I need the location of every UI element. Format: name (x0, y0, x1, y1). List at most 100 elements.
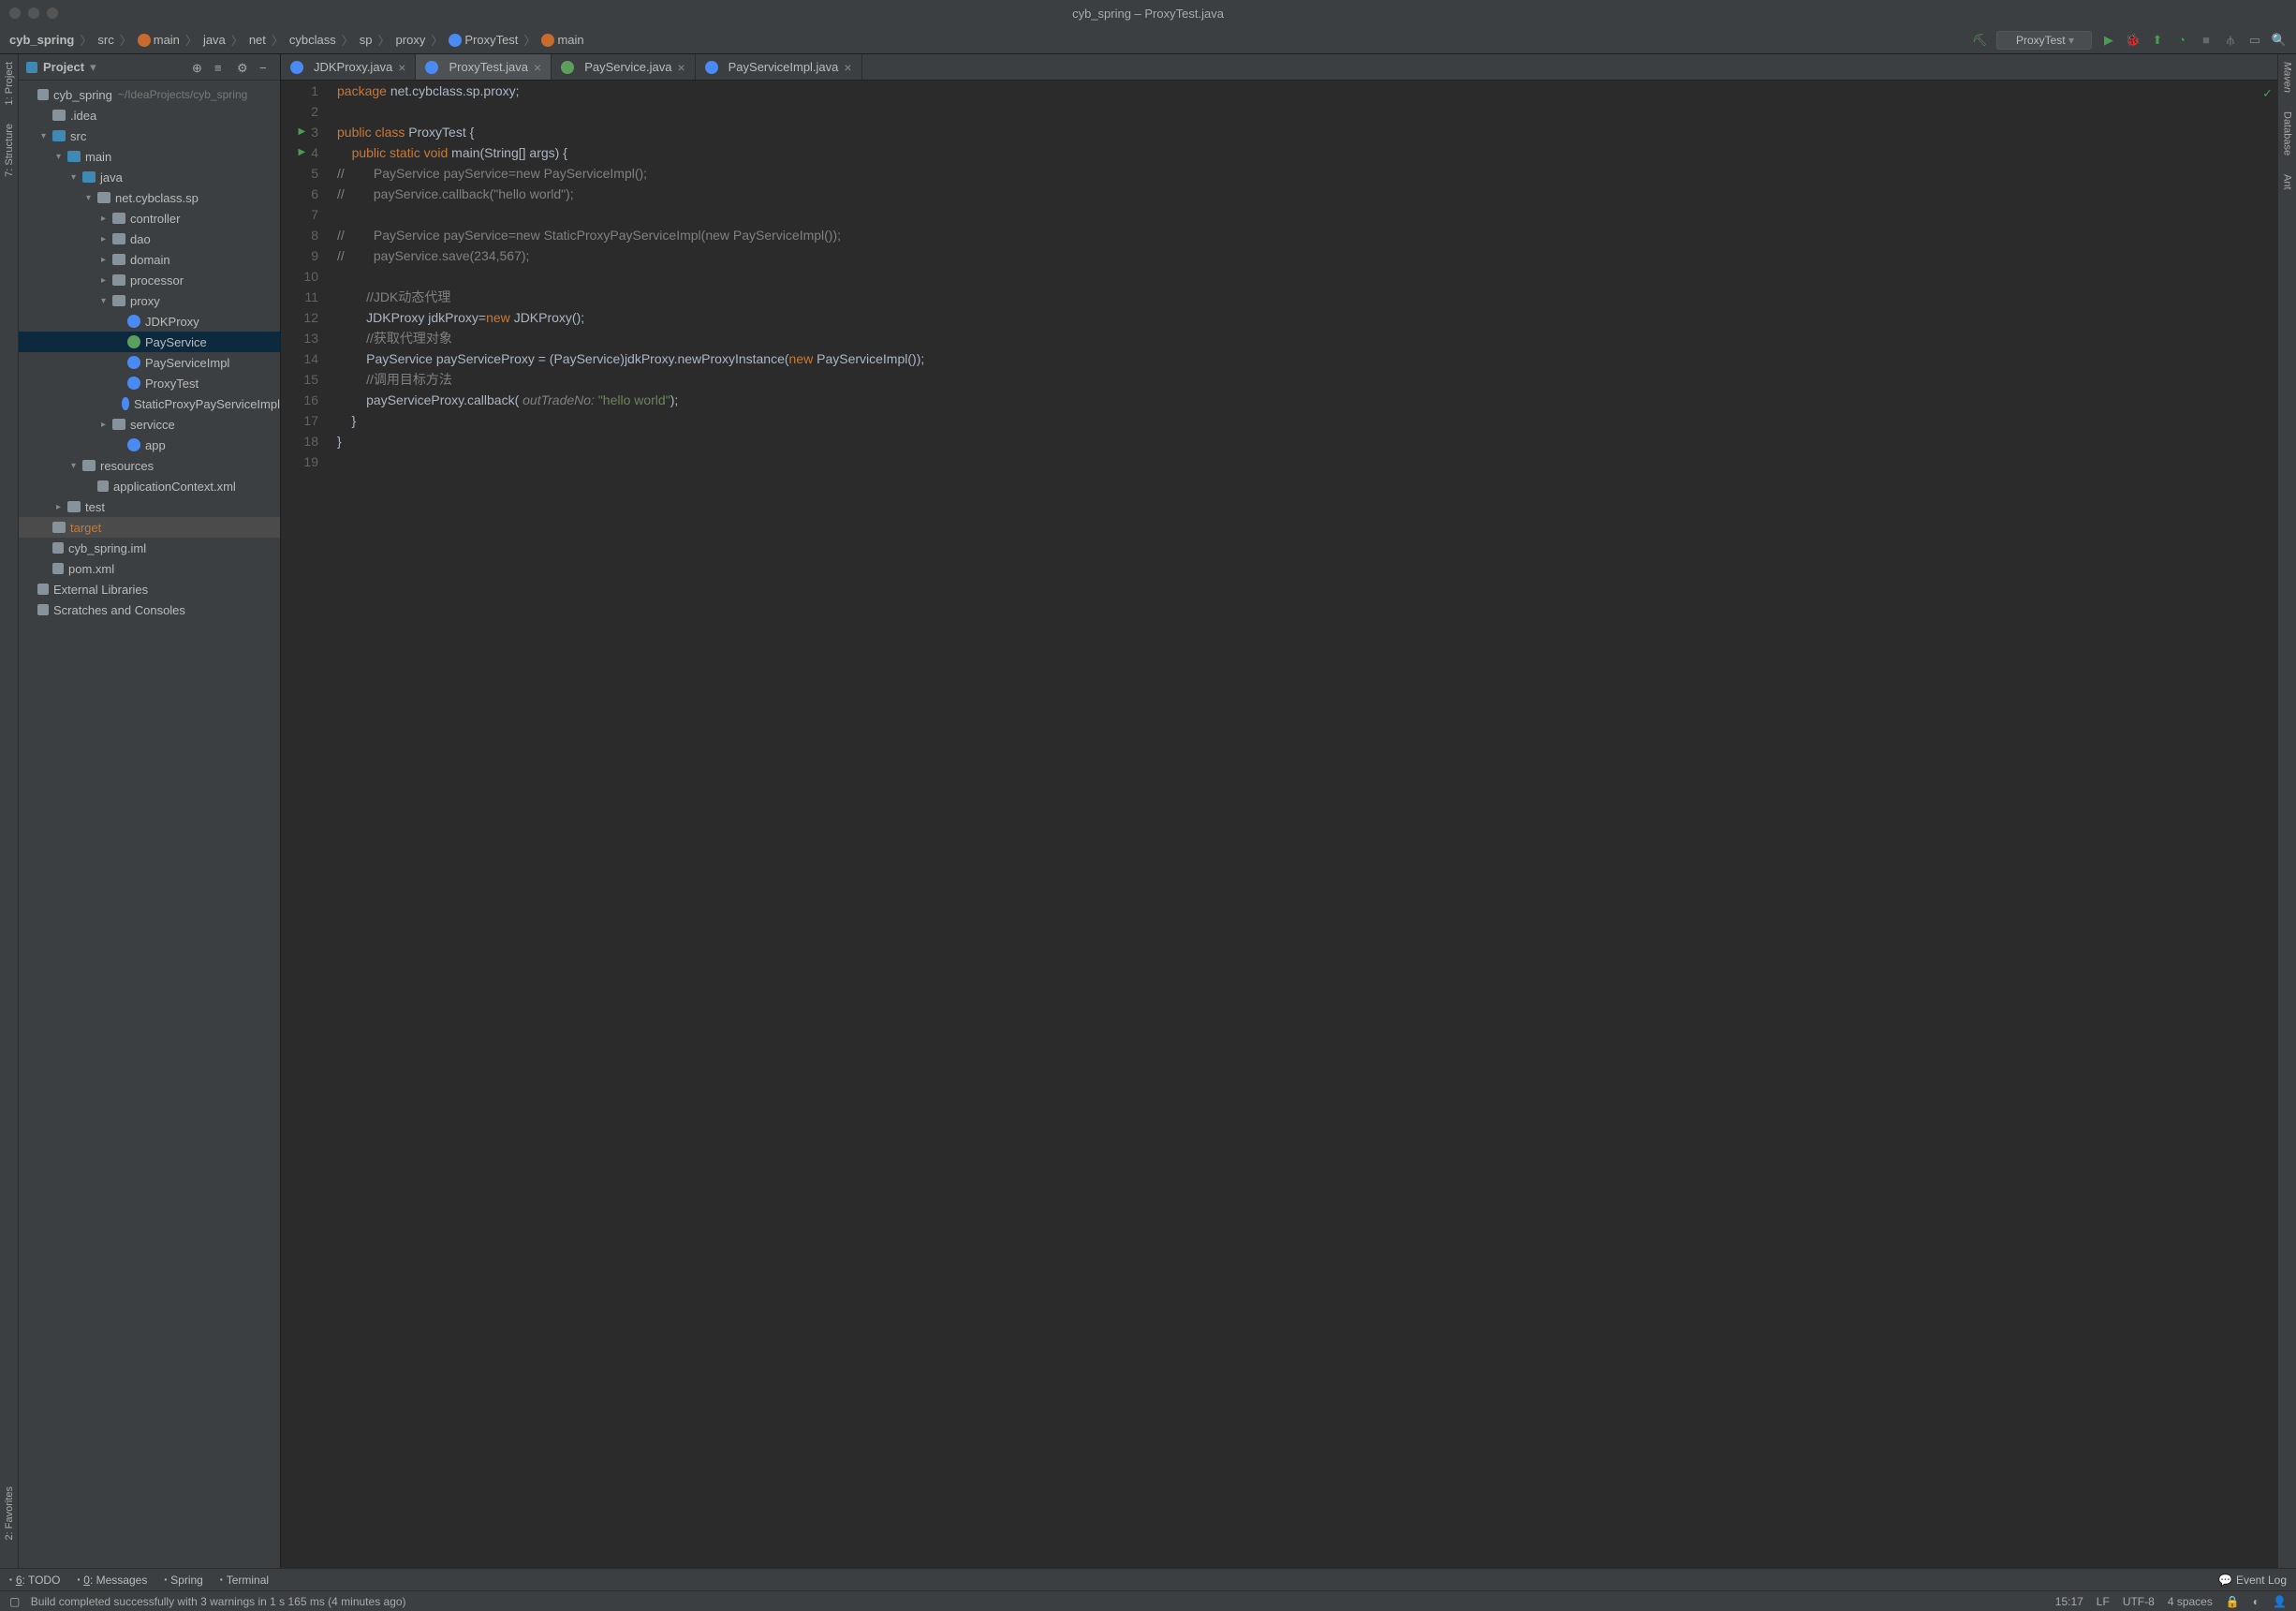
rail-maven[interactable]: Maven (2282, 62, 2293, 93)
code-line[interactable]: // payService.callback("hello world"); (337, 184, 2277, 204)
close-tab-icon[interactable]: × (534, 60, 541, 75)
run-gutter-icon[interactable]: ▶ (299, 142, 306, 163)
rail-database[interactable]: Database (2282, 111, 2293, 155)
rail-favorites[interactable]: 2: Favorites (4, 1486, 15, 1540)
tree-item[interactable]: ▸domain (19, 249, 280, 270)
code-line[interactable] (337, 101, 2277, 122)
code-line[interactable]: JDKProxy jdkProxy=new JDKProxy(); (337, 307, 2277, 328)
select-opened-file-icon[interactable]: ⊕ (192, 61, 205, 74)
tree-arrow[interactable]: ▸ (101, 234, 112, 244)
code-line[interactable]: //JDK动态代理 (337, 287, 2277, 307)
code-line[interactable]: package net.cybclass.sp.proxy; (337, 81, 2277, 101)
editor-content[interactable]: package net.cybclass.sp.proxy; public cla… (328, 81, 2277, 1568)
memory-icon[interactable]: ◐ (2253, 1595, 2259, 1608)
profile-button[interactable]: ◔ (2174, 33, 2189, 48)
tree-item[interactable]: .idea (19, 105, 280, 126)
editor-tab[interactable]: PayService.java× (552, 54, 695, 80)
tree-item[interactable]: ProxyTest (19, 373, 280, 393)
tree-arrow[interactable]: ▸ (101, 420, 112, 430)
breadcrumb-item[interactable]: net (249, 33, 266, 47)
project-view-label[interactable]: Project (43, 60, 84, 74)
tree-arrow[interactable]: ▾ (101, 296, 112, 306)
coverage-button[interactable]: ⬆ (2150, 33, 2165, 48)
tree-item[interactable]: ▾main (19, 146, 280, 167)
tree-item[interactable]: ▸processor (19, 270, 280, 290)
tool-windows-icon[interactable]: ▢ (9, 1595, 20, 1608)
file-encoding[interactable]: UTF-8 (2123, 1595, 2155, 1608)
tree-arrow[interactable]: ▾ (86, 193, 97, 203)
code-line[interactable] (337, 204, 2277, 225)
breadcrumb-item[interactable]: sp (360, 33, 373, 47)
rail-project[interactable]: 1: Project (4, 62, 15, 105)
tree-arrow[interactable]: ▾ (71, 172, 82, 183)
tree-arrow[interactable]: ▸ (101, 214, 112, 224)
tree-item[interactable]: JDKProxy (19, 311, 280, 332)
bottom-tool-tab[interactable]: ▪6: TODO (9, 1574, 60, 1587)
readonly-lock-icon[interactable]: 🔒 (2226, 1595, 2240, 1608)
caret-position[interactable]: 15:17 (2055, 1595, 2083, 1608)
bottom-tool-tab[interactable]: ▪Terminal (220, 1574, 269, 1587)
tree-item[interactable]: External Libraries (19, 579, 280, 599)
code-line[interactable]: public class ProxyTest { (337, 122, 2277, 142)
tree-item[interactable]: applicationContext.xml (19, 476, 280, 496)
tree-arrow[interactable]: ▾ (41, 131, 52, 141)
tree-item[interactable]: ▸dao (19, 229, 280, 249)
breadcrumb-item[interactable]: cyb_spring (9, 33, 74, 47)
breadcrumb-item[interactable]: cybclass (289, 33, 336, 47)
breadcrumb-item[interactable]: java (203, 33, 226, 47)
zoom-window[interactable] (47, 7, 58, 19)
hide-icon[interactable]: − (259, 61, 272, 74)
editor-tab[interactable]: ProxyTest.java× (416, 54, 552, 80)
close-tab-icon[interactable]: × (844, 60, 851, 75)
run-config-selector[interactable]: ProxyTest ▾ (1996, 31, 2092, 50)
line-separator[interactable]: LF (2097, 1595, 2110, 1608)
code-line[interactable]: // PayService payService=new PayServiceI… (337, 163, 2277, 184)
tree-arrow[interactable]: ▾ (56, 152, 67, 162)
code-line[interactable]: // payService.save(234,567); (337, 245, 2277, 266)
editor-tab[interactable]: PayServiceImpl.java× (696, 54, 862, 80)
breadcrumb-item[interactable]: main (541, 33, 583, 48)
code-editor[interactable]: 12▶3▶45678910111213141516171819 package … (281, 81, 2277, 1568)
layout-button[interactable]: ▭ (2247, 33, 2262, 48)
code-line[interactable] (337, 266, 2277, 287)
close-window[interactable] (9, 7, 21, 19)
close-tab-icon[interactable]: × (677, 60, 684, 75)
expand-all-icon[interactable]: ≡ (214, 61, 228, 74)
tree-item[interactable]: cyb_spring~/IdeaProjects/cyb_spring (19, 84, 280, 105)
tree-item[interactable]: PayService (19, 332, 280, 352)
tree-item[interactable]: PayServiceImpl (19, 352, 280, 373)
tree-arrow[interactable]: ▾ (71, 461, 82, 471)
stop-button[interactable]: ■ (2199, 33, 2214, 48)
breadcrumb-item[interactable]: proxy (396, 33, 426, 47)
tree-item[interactable]: ▾proxy (19, 290, 280, 311)
code-line[interactable]: //获取代理对象 (337, 328, 2277, 348)
breadcrumb-item[interactable]: src (97, 33, 113, 47)
rail-ant[interactable]: Ant (2282, 174, 2293, 190)
tree-arrow[interactable]: ▸ (101, 275, 112, 286)
analysis-ok-icon[interactable]: ✓ (2262, 86, 2273, 101)
code-line[interactable]: } (337, 431, 2277, 451)
tree-arrow[interactable]: ▸ (56, 502, 67, 512)
code-line[interactable]: payServiceProxy.callback( outTradeNo: "h… (337, 390, 2277, 410)
search-everywhere-icon[interactable]: 🔍 (2272, 33, 2287, 48)
git-button[interactable]: ⫛ (2223, 33, 2238, 48)
tree-item[interactable]: ▾src (19, 126, 280, 146)
tree-item[interactable]: ▸servicce (19, 414, 280, 435)
tree-item[interactable]: cyb_spring.iml (19, 538, 280, 558)
tree-item[interactable]: ▾net.cybclass.sp (19, 187, 280, 208)
build-icon[interactable]: ⛏ (1972, 33, 1987, 48)
indent-settings[interactable]: 4 spaces (2168, 1595, 2213, 1608)
tree-arrow[interactable]: ▸ (101, 255, 112, 265)
tree-item[interactable]: ▾resources (19, 455, 280, 476)
breadcrumb-item[interactable]: main (138, 33, 180, 48)
rail-structure[interactable]: 7: Structure (4, 124, 15, 177)
code-line[interactable]: PayService payServiceProxy = (PayService… (337, 348, 2277, 369)
tree-item[interactable]: ▾java (19, 167, 280, 187)
profile-icon[interactable]: 👤 (2273, 1595, 2287, 1608)
tree-item[interactable]: app (19, 435, 280, 455)
tree-item[interactable]: target (19, 517, 280, 538)
tree-item[interactable]: ▸test (19, 496, 280, 517)
close-tab-icon[interactable]: × (398, 60, 405, 75)
tree-item[interactable]: ▸controller (19, 208, 280, 229)
tree-item[interactable]: StaticProxyPayServiceImpl (19, 393, 280, 414)
